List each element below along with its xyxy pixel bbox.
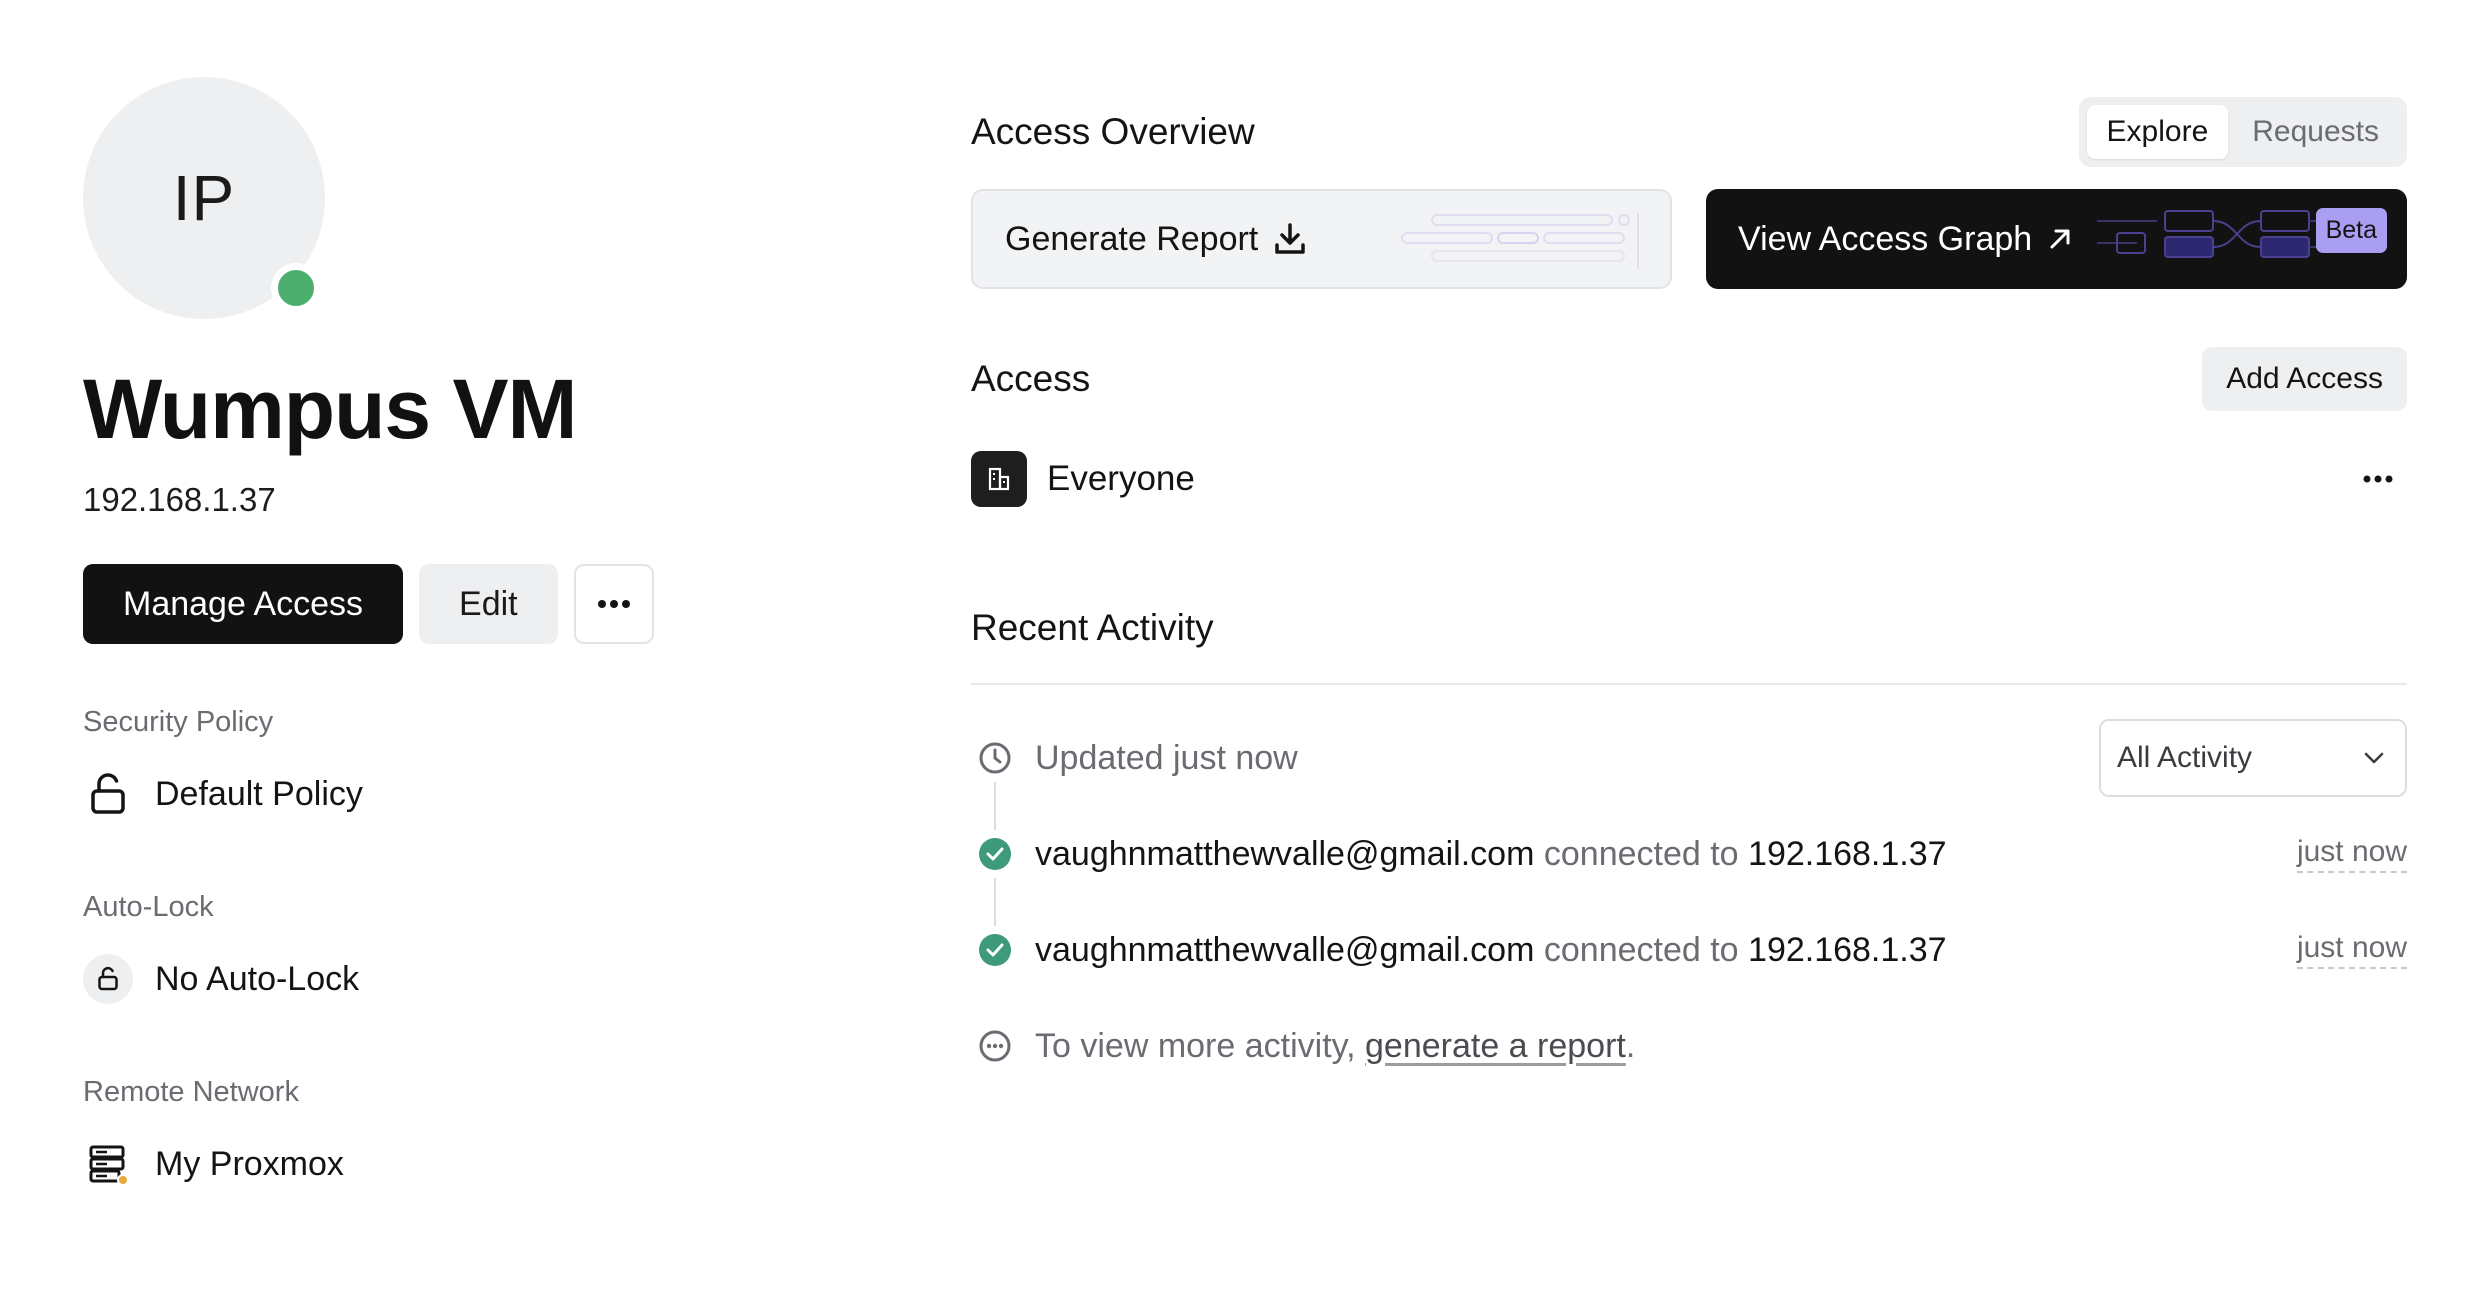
access-item-name[interactable]: Everyone xyxy=(1047,459,1195,499)
security-policy-section: Security Policy Default Policy xyxy=(83,706,783,819)
activity-verb: connected to xyxy=(1543,930,1739,969)
activity-event-row: vaughnmatthewvalle@gmail.com connected t… xyxy=(971,815,2407,893)
remote-network-section: Remote Network My Proxmox xyxy=(83,1076,783,1189)
remote-network-row[interactable]: My Proxmox xyxy=(83,1139,783,1189)
activity-event-text: vaughnmatthewvalle@gmail.com connected t… xyxy=(1035,835,1947,874)
clock-icon xyxy=(971,734,1019,782)
generate-report-label-group: Generate Report xyxy=(1005,220,1308,259)
server-icon xyxy=(83,1139,133,1189)
generate-report-button[interactable]: Generate Report xyxy=(971,189,1672,289)
resource-actions: Manage Access Edit xyxy=(83,564,783,644)
resource-summary-panel: IP Wumpus VM 192.168.1.37 Manage Access … xyxy=(83,77,783,1189)
activity-more-prefix: To view more activity, xyxy=(1035,1026,1366,1065)
generate-report-label: Generate Report xyxy=(1005,219,1259,258)
overview-tabs: Explore Requests xyxy=(2078,97,2407,167)
add-access-button[interactable]: Add Access xyxy=(2202,347,2407,411)
activity-filter-value: All Activity xyxy=(2117,741,2253,774)
building-icon xyxy=(971,451,1027,507)
more-horizontal-icon xyxy=(2363,475,2393,483)
external-arrow-icon xyxy=(2050,229,2070,249)
activity-user[interactable]: vaughnmatthewvalle@gmail.com xyxy=(1035,931,1534,969)
tab-requests[interactable]: Requests xyxy=(2232,105,2399,159)
activity-time[interactable]: just now xyxy=(2296,931,2407,969)
activity-more-text: To view more activity, generate a report… xyxy=(1035,1027,1635,1066)
access-header: Access Add Access xyxy=(971,347,2407,411)
more-horizontal-icon xyxy=(597,600,630,608)
report-decoration xyxy=(1401,213,1639,269)
activity-time[interactable]: just now xyxy=(2296,835,2407,873)
activity-event-text: vaughnmatthewvalle@gmail.com connected t… xyxy=(1035,931,1947,970)
access-overview-title: Access Overview xyxy=(971,111,1255,152)
resource-avatar: IP xyxy=(83,77,325,319)
auto-lock-value: No Auto-Lock xyxy=(155,959,360,998)
manage-access-button[interactable]: Manage Access xyxy=(83,564,404,644)
auto-lock-section: Auto-Lock No Auto-Lock xyxy=(83,891,783,1004)
online-status-dot xyxy=(271,263,321,313)
unlock-small-icon xyxy=(83,954,133,1004)
view-graph-label: View Access Graph xyxy=(1738,219,2033,258)
activity-event-row: vaughnmatthewvalle@gmail.com connected t… xyxy=(971,911,2407,989)
more-options-button[interactable] xyxy=(573,564,654,644)
avatar-initials: IP xyxy=(172,162,236,234)
updated-status: Updated just now xyxy=(1035,738,1298,777)
recent-activity-title: Recent Activity xyxy=(971,607,2407,685)
security-policy-value: Default Policy xyxy=(155,774,363,813)
auto-lock-row[interactable]: No Auto-Lock xyxy=(83,954,783,1004)
access-item-more-button[interactable] xyxy=(2353,460,2407,498)
access-list-item: Everyone xyxy=(971,451,2407,507)
check-circle-icon xyxy=(971,926,1019,974)
beta-badge: Beta xyxy=(2315,208,2387,253)
access-overview-header: Access Overview Explore Requests xyxy=(971,97,2407,167)
overview-cards: Generate Report View Access Graph Beta xyxy=(971,189,2407,289)
resource-name: Wumpus VM xyxy=(83,362,577,456)
more-circle-icon xyxy=(971,1022,1019,1070)
activity-user[interactable]: vaughnmatthewvalle@gmail.com xyxy=(1035,835,1534,873)
view-access-graph-button[interactable]: View Access Graph Beta xyxy=(1706,189,2407,289)
auto-lock-label: Auto-Lock xyxy=(83,891,214,923)
generate-report-link[interactable]: generate a report xyxy=(1365,1027,1626,1065)
activity-filter-select[interactable]: All Activity xyxy=(2099,719,2407,797)
activity-verb: connected to xyxy=(1543,834,1739,873)
resource-address: 192.168.1.37 xyxy=(83,481,276,518)
tab-explore[interactable]: Explore xyxy=(2086,105,2229,159)
access-item-identity: Everyone xyxy=(971,451,1195,507)
activity-target[interactable]: 192.168.1.37 xyxy=(1748,931,1947,969)
download-icon xyxy=(1275,223,1306,254)
unlock-icon xyxy=(83,769,133,819)
activity-more-row: To view more activity, generate a report… xyxy=(971,1007,2407,1085)
resource-detail-panel: Access Overview Explore Requests Generat… xyxy=(971,97,2407,1085)
activity-more-suffix: . xyxy=(1625,1026,1636,1065)
view-graph-label-group: View Access Graph xyxy=(1738,220,2074,259)
check-circle-icon xyxy=(971,830,1019,878)
remote-network-label: Remote Network xyxy=(83,1076,299,1108)
activity-timeline: Updated just now All Activity vaughnmatt… xyxy=(971,719,2407,1085)
security-policy-row[interactable]: Default Policy xyxy=(83,769,783,819)
remote-network-value: My Proxmox xyxy=(155,1144,344,1183)
activity-updated-row: Updated just now All Activity xyxy=(971,719,2407,797)
access-title: Access xyxy=(971,358,1091,399)
chevron-down-icon xyxy=(2364,752,2384,764)
activity-target[interactable]: 192.168.1.37 xyxy=(1748,835,1947,873)
security-policy-label: Security Policy xyxy=(83,706,274,738)
edit-button[interactable]: Edit xyxy=(419,564,558,644)
